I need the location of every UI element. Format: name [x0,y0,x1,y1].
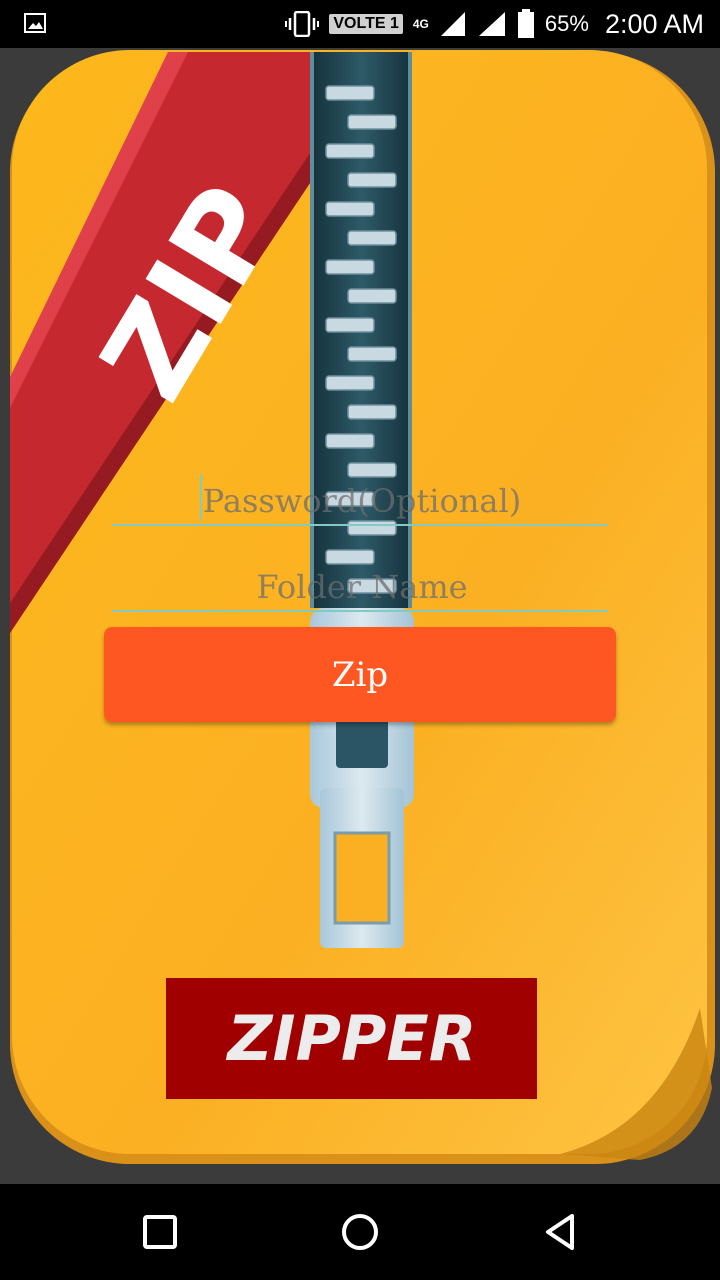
folder-name-field-container [112,562,612,612]
gallery-icon [24,13,46,33]
folder-name-input[interactable] [112,562,612,612]
text-cursor [200,474,202,520]
vibrate-icon [285,11,320,37]
recents-icon[interactable] [136,1208,184,1256]
clock: 2:00 AM [604,8,704,39]
volte-badge: VOLTE 1 [329,14,403,34]
password-field-container [112,474,612,526]
back-icon[interactable] [536,1208,584,1256]
signal-icon [478,12,505,36]
battery-icon [517,9,534,38]
navigation-bar [0,1184,720,1280]
home-icon[interactable] [336,1208,384,1256]
banner-zipper-text: ZIPPER [226,1002,477,1075]
status-bar: VOLTE 1 4G 65% 2:00 AM [0,0,720,48]
network-type: 4G [412,17,429,31]
battery-percent: 65% [544,11,589,36]
signal-icon [440,12,465,36]
password-input[interactable] [112,476,612,526]
zip-button[interactable]: Zip [104,627,616,722]
zipper-artwork: ZIP ZIPPER [0,48,720,1184]
